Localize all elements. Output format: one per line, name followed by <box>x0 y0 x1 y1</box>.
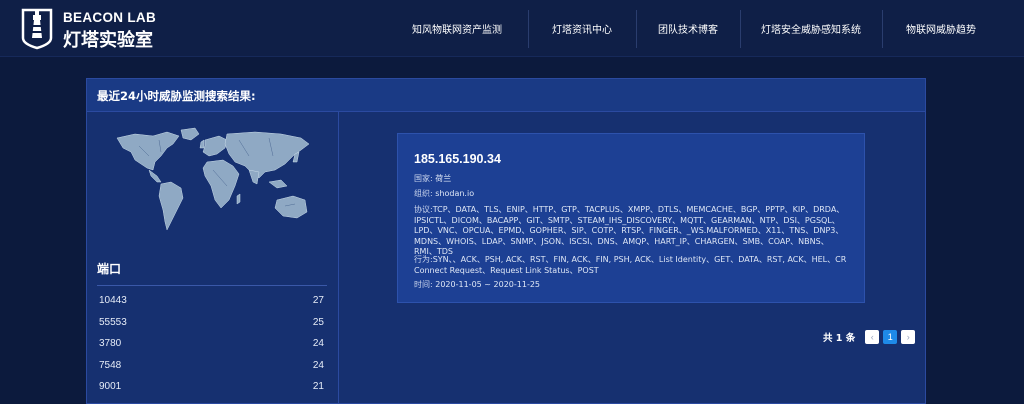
result-protocols: 协议:TCP、DATA、TLS、ENIP、HTTP、GTP、TACPLUS、XM… <box>414 205 850 258</box>
org-label: 组织: <box>414 189 433 198</box>
ports-section-title: 端口 <box>97 262 122 276</box>
pagination-total: 共 1 条 <box>823 333 856 344</box>
port-number: 9001 <box>99 381 122 392</box>
world-map <box>116 127 310 231</box>
port-number: 3780 <box>99 338 122 349</box>
logo-text-cn: 灯塔实验室 <box>63 30 153 51</box>
nav-item-5[interactable]: 物联网威胁趋势 <box>882 0 1000 56</box>
result-ip[interactable]: 185.165.190.34 <box>414 152 501 166</box>
port-count: 25 <box>312 316 324 328</box>
chevron-right-icon: › <box>906 332 910 342</box>
port-row[interactable]: 9001 21 <box>87 377 339 399</box>
stats-column: 端口 10443 27 55553 25 3780 24 7548 24 9001 21 <box>87 112 339 404</box>
nav-item-3[interactable]: 团队技术博客 <box>636 0 740 56</box>
port-count: 21 <box>312 381 324 392</box>
result-country: 国家: 荷兰 <box>414 174 850 185</box>
country-value: 荷兰 <box>435 174 452 183</box>
result-behaviors: 行为:SYN、、ACK、PSH, ACK、RST、FIN, ACK、FIN, P… <box>414 255 850 276</box>
port-count: 27 <box>312 295 324 306</box>
nav-item-2[interactable]: 灯塔资讯中心 <box>528 0 636 56</box>
top-header: BEACON LAB 灯塔实验室 知风物联网资产监测 灯塔资讯中心 团队技术博客 灯塔… <box>0 0 1024 56</box>
result-time: 时间: 2020-11-05 ~ 2020-11-25 <box>414 280 850 291</box>
threat-results-panel: 最近24小时威胁监测搜索结果: 端口 10443 27 55553 25 378… <box>86 78 926 404</box>
logo-text-en: BEACON LAB <box>63 10 156 25</box>
port-row[interactable]: 3780 24 <box>87 334 339 356</box>
page-1-button[interactable]: 1 <box>883 330 898 344</box>
port-number: 55553 <box>99 316 127 328</box>
behavior-label: 行为: <box>414 255 433 264</box>
pagination: 共 1 条 ‹ 1 › <box>823 329 916 345</box>
panel-title: 最近24小时威胁监测搜索结果: <box>97 89 256 103</box>
panel-header: 最近24小时威胁监测搜索结果: <box>87 79 925 112</box>
next-page-button[interactable]: › <box>901 330 916 344</box>
protocol-value: TCP、DATA、TLS、ENIP、HTTP、GTP、TACPLUS、XMPP、… <box>414 205 845 256</box>
ports-divider <box>97 285 327 286</box>
header-divider <box>0 56 1024 57</box>
chevron-left-icon: ‹ <box>870 332 874 342</box>
nav-item-1[interactable]: 知风物联网资产监测 <box>386 0 528 56</box>
prev-page-button[interactable]: ‹ <box>865 330 880 344</box>
port-number: 10443 <box>99 295 127 306</box>
port-count: 24 <box>312 338 324 349</box>
result-org: 组织: shodan.io <box>414 189 850 200</box>
time-label: 时间: <box>414 280 433 289</box>
time-value: 2020-11-05 ~ 2020-11-25 <box>435 280 541 289</box>
port-row[interactable]: 10443 27 <box>87 291 339 313</box>
port-row[interactable]: 55553 25 <box>87 313 339 335</box>
protocol-label: 协议: <box>414 205 433 214</box>
port-row[interactable]: 7548 24 <box>87 356 339 378</box>
main-nav: 知风物联网资产监测 灯塔资讯中心 团队技术博客 灯塔安全威胁感知系统 物联网威胁趋势 <box>386 0 1000 56</box>
nav-item-4[interactable]: 灯塔安全威胁感知系统 <box>740 0 882 56</box>
country-label: 国家: <box>414 174 433 183</box>
ports-list: 10443 27 55553 25 3780 24 7548 24 9001 21 <box>87 291 339 399</box>
beacon-lab-logo[interactable]: BEACON LAB 灯塔实验室 <box>20 6 180 51</box>
result-card[interactable]: 185.165.190.34 国家: 荷兰 组织: shodan.io 协议:T… <box>397 133 865 303</box>
org-value: shodan.io <box>435 189 475 198</box>
port-count: 24 <box>312 359 324 371</box>
port-number: 7548 <box>99 359 122 371</box>
lighthouse-logo-icon <box>21 8 53 50</box>
behavior-value: SYN、、ACK、PSH, ACK、RST、FIN, ACK、FIN, PSH,… <box>414 255 847 275</box>
